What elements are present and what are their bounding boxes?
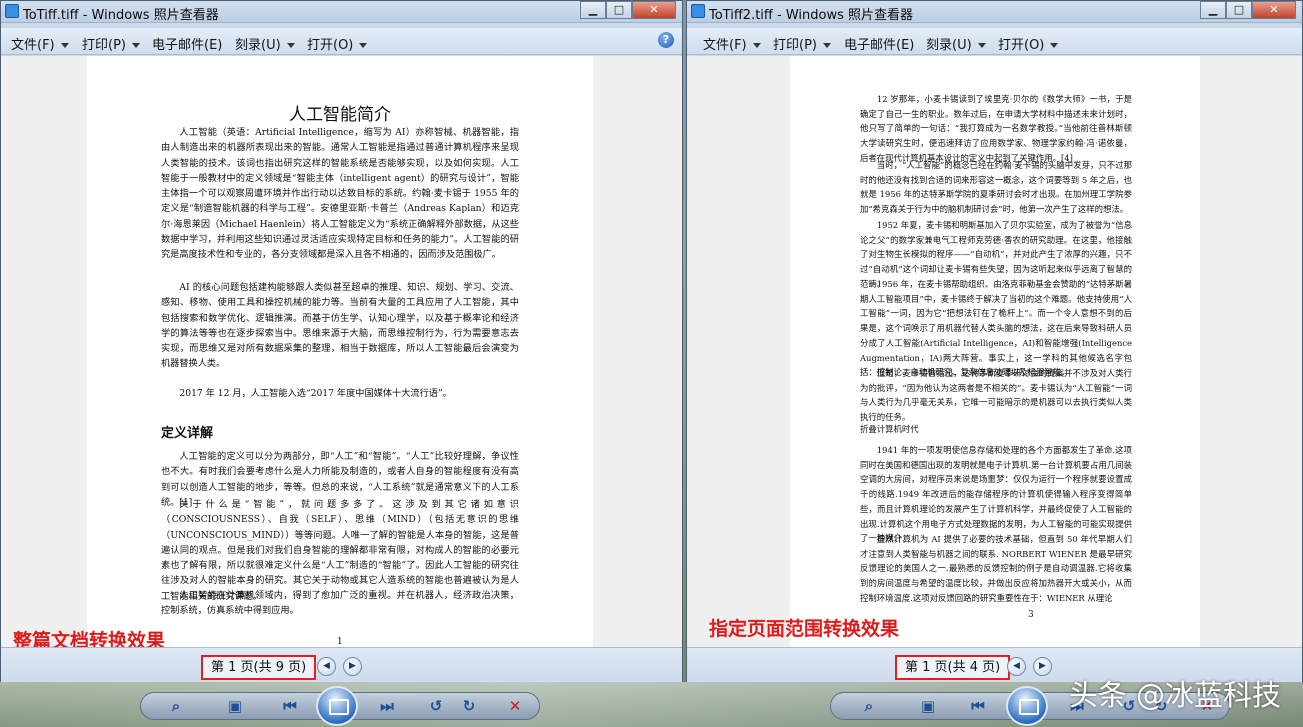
paragraph: 2017 年 12 月，人工智能入选“2017 年度中国媒体十大流行语”。 xyxy=(179,388,452,399)
annotation-label: 整篇文档转换效果 xyxy=(13,630,166,647)
photo-viewer-app-icon xyxy=(691,4,705,18)
paragraph: 1956 年，在麦卡锡帮助组织、由洛克菲勒基金会赞助的“达特茅斯暑期人工智能项目… xyxy=(860,279,1132,378)
page-title: 人工智能简介 xyxy=(289,105,391,125)
paragraph: 12 岁那年，小麦卡锡读到了埃里克·贝尔的《数学大师》一书，于是确定了自己一生的… xyxy=(860,94,1132,163)
photo-viewer-window-left: ToTiff.tiff - Windows 照片查看器 ▁ □ ✕ 文件(F) … xyxy=(0,0,683,727)
maximize-button[interactable]: □ xyxy=(606,1,632,19)
rotate-cw-icon[interactable]: ↻ xyxy=(458,695,480,717)
paragraph: 虽然计算机为 AI 提供了必要的技术基础，但直到 50 年代早期人们才注意到人类… xyxy=(860,534,1132,603)
slideshow-icon[interactable] xyxy=(1006,686,1048,726)
chevron-down-icon xyxy=(60,43,69,48)
slideshow-icon[interactable] xyxy=(316,686,358,726)
paragraph: 1941 年的一项发明使信息存储和处理的各个方面都发生了革命.这项同时在美国和德… xyxy=(860,445,1132,544)
next-icon[interactable]: ⏭ xyxy=(376,695,398,717)
window-title: ToTiff2.tiff - Windows 照片查看器 xyxy=(709,8,913,23)
zoom-icon[interactable]: ⌕ xyxy=(165,695,187,717)
window-title: ToTiff.tiff - Windows 照片查看器 xyxy=(23,8,219,23)
menu-open[interactable]: 打开(O) xyxy=(998,34,1059,53)
menu-file[interactable]: 文件(F) xyxy=(703,34,761,53)
delete-icon[interactable]: ✕ xyxy=(504,695,526,717)
document-page: 人工智能简介 人工智能（英语：Artificial Intelligence，缩… xyxy=(87,56,593,647)
previous-icon[interactable]: ⏮ xyxy=(967,695,989,717)
previous-page-button[interactable]: ◀ xyxy=(1007,657,1026,676)
chevron-down-icon xyxy=(822,43,831,48)
photo-viewer-app-icon xyxy=(5,4,19,18)
actual-size-icon[interactable]: ▣ xyxy=(917,695,939,717)
paragraph: 人工智能（英语：Artificial Intelligence，缩写为 AI）亦… xyxy=(161,127,519,261)
caption-buttons: ▁ □ ✕ xyxy=(1200,1,1296,19)
page-indicator: 第 1 页(共 4 页) xyxy=(895,655,1011,680)
next-page-button[interactable]: ▶ xyxy=(343,657,362,676)
image-viewer-pane[interactable]: 人工智能简介 人工智能（英语：Artificial Intelligence，缩… xyxy=(1,56,682,647)
chevron-down-icon xyxy=(286,43,295,48)
menu-bar: 文件(F) 打印(P) 电子邮件(E) 刻录(U) 打开(O) xyxy=(1,28,682,55)
zoom-icon[interactable]: ⌕ xyxy=(858,695,880,717)
image-viewer-pane[interactable]: 12 岁那年，小麦卡锡读到了埃里克·贝尔的《数学大师》一书，于是确定了自己一生的… xyxy=(687,56,1302,647)
chevron-down-icon xyxy=(977,43,986,48)
chevron-down-icon xyxy=(359,43,368,48)
paragraph: 当时，“人工智能”的概念已经在约翰·麦卡锡的头脑中发芽，只不过那时的他还没有找到… xyxy=(860,160,1132,215)
paragraph: AI 的核心问题包括建构能够跟人类似甚至超卓的推理、知识、规划、学习、交流、感知… xyxy=(161,282,519,370)
menu-burn[interactable]: 刻录(U) xyxy=(926,34,986,53)
section-heading: 折叠计算机时代 xyxy=(860,424,919,434)
title-bar[interactable]: ToTiff.tiff - Windows 照片查看器 ▁ □ ✕ xyxy=(1,1,682,23)
watermark: 头条 @冰蓝科技 xyxy=(1068,678,1281,712)
menu-file[interactable]: 文件(F) xyxy=(11,34,69,53)
minimize-button[interactable]: ▁ xyxy=(580,1,606,19)
menu-bar: 文件(F) 打印(P) 电子邮件(E) 刻录(U) 打开(O) xyxy=(687,28,1302,55)
page-number: 1 xyxy=(337,637,343,647)
paragraph: 人工智能在计算机领域内，得到了愈加广泛的重视。并在机器人，经济政治决策，控制系统… xyxy=(161,590,519,617)
menu-open[interactable]: 打开(O) xyxy=(307,34,368,53)
help-icon[interactable]: ? xyxy=(658,32,674,48)
menu-print[interactable]: 打印(P) xyxy=(82,34,140,53)
page-number: 3 xyxy=(1028,610,1034,620)
paragraph: 但是，麦卡锡曾指出，达特茅斯夏季研讨会的提案并不涉及对人类行为的批评，“因为他认… xyxy=(860,368,1132,423)
caption-buttons: ▁ □ ✕ xyxy=(580,1,676,19)
previous-icon[interactable]: ⏮ xyxy=(279,695,301,717)
chevron-down-icon xyxy=(1050,43,1059,48)
status-bar: 第 1 页(共 9 页) ◀ ▶ xyxy=(1,647,682,683)
document-page: 12 岁那年，小麦卡锡读到了埃里克·贝尔的《数学大师》一书，于是确定了自己一生的… xyxy=(790,56,1200,647)
close-button[interactable]: ✕ xyxy=(1252,1,1296,19)
next-page-button[interactable]: ▶ xyxy=(1033,657,1052,676)
section-heading: 定义详解 xyxy=(161,426,214,441)
previous-page-button[interactable]: ◀ xyxy=(317,657,336,676)
rotate-ccw-icon[interactable]: ↺ xyxy=(425,695,447,717)
page-indicator: 第 1 页(共 9 页) xyxy=(201,655,317,680)
menu-email[interactable]: 电子邮件(E) xyxy=(844,34,914,53)
annotation-label: 指定页面范围转换效果 xyxy=(709,618,900,640)
close-button[interactable]: ✕ xyxy=(632,1,676,19)
chevron-down-icon xyxy=(752,43,761,48)
maximize-button[interactable]: □ xyxy=(1226,1,1252,19)
minimize-button[interactable]: ▁ xyxy=(1200,1,1226,19)
menu-print[interactable]: 打印(P) xyxy=(773,34,831,53)
photo-viewer-window-right: ToTiff2.tiff - Windows 照片查看器 ▁ □ ✕ 文件(F)… xyxy=(686,0,1303,727)
menu-email[interactable]: 电子邮件(E) xyxy=(152,34,222,53)
chevron-down-icon xyxy=(131,43,140,48)
actual-size-icon[interactable]: ▣ xyxy=(224,695,246,717)
title-bar[interactable]: ToTiff2.tiff - Windows 照片查看器 ▁ □ ✕ xyxy=(687,1,1302,23)
menu-burn[interactable]: 刻录(U) xyxy=(235,34,295,53)
